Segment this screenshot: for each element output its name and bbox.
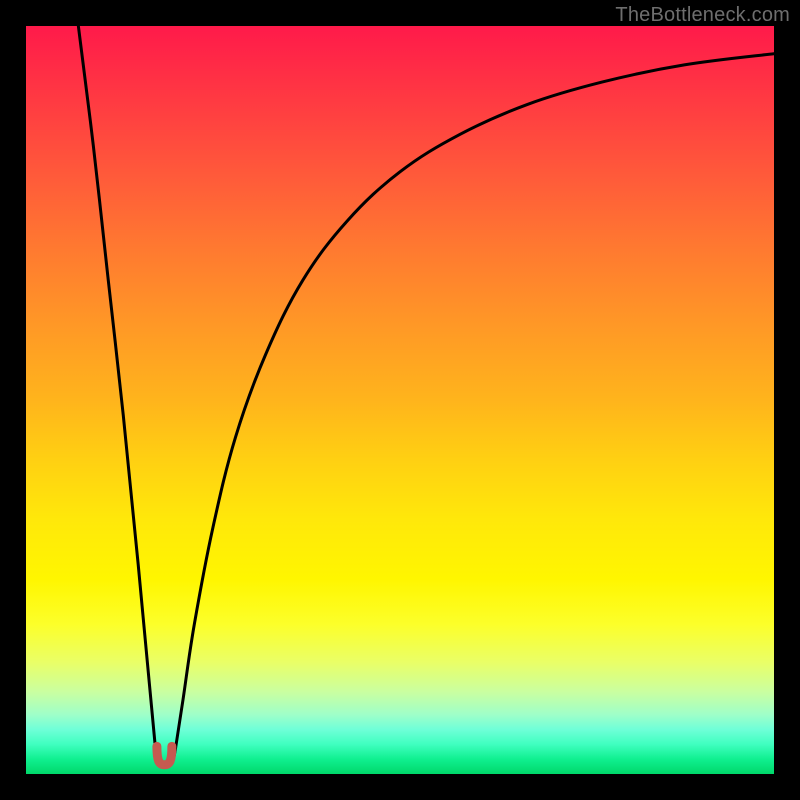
valley-u-marker [157, 746, 172, 764]
curve-left-branch [78, 26, 157, 759]
watermark-text: TheBottleneck.com [615, 4, 790, 27]
curve-right-branch [173, 54, 774, 759]
plot-area [26, 26, 774, 774]
outer-frame: TheBottleneck.com [0, 0, 800, 800]
chart-svg [26, 26, 774, 774]
